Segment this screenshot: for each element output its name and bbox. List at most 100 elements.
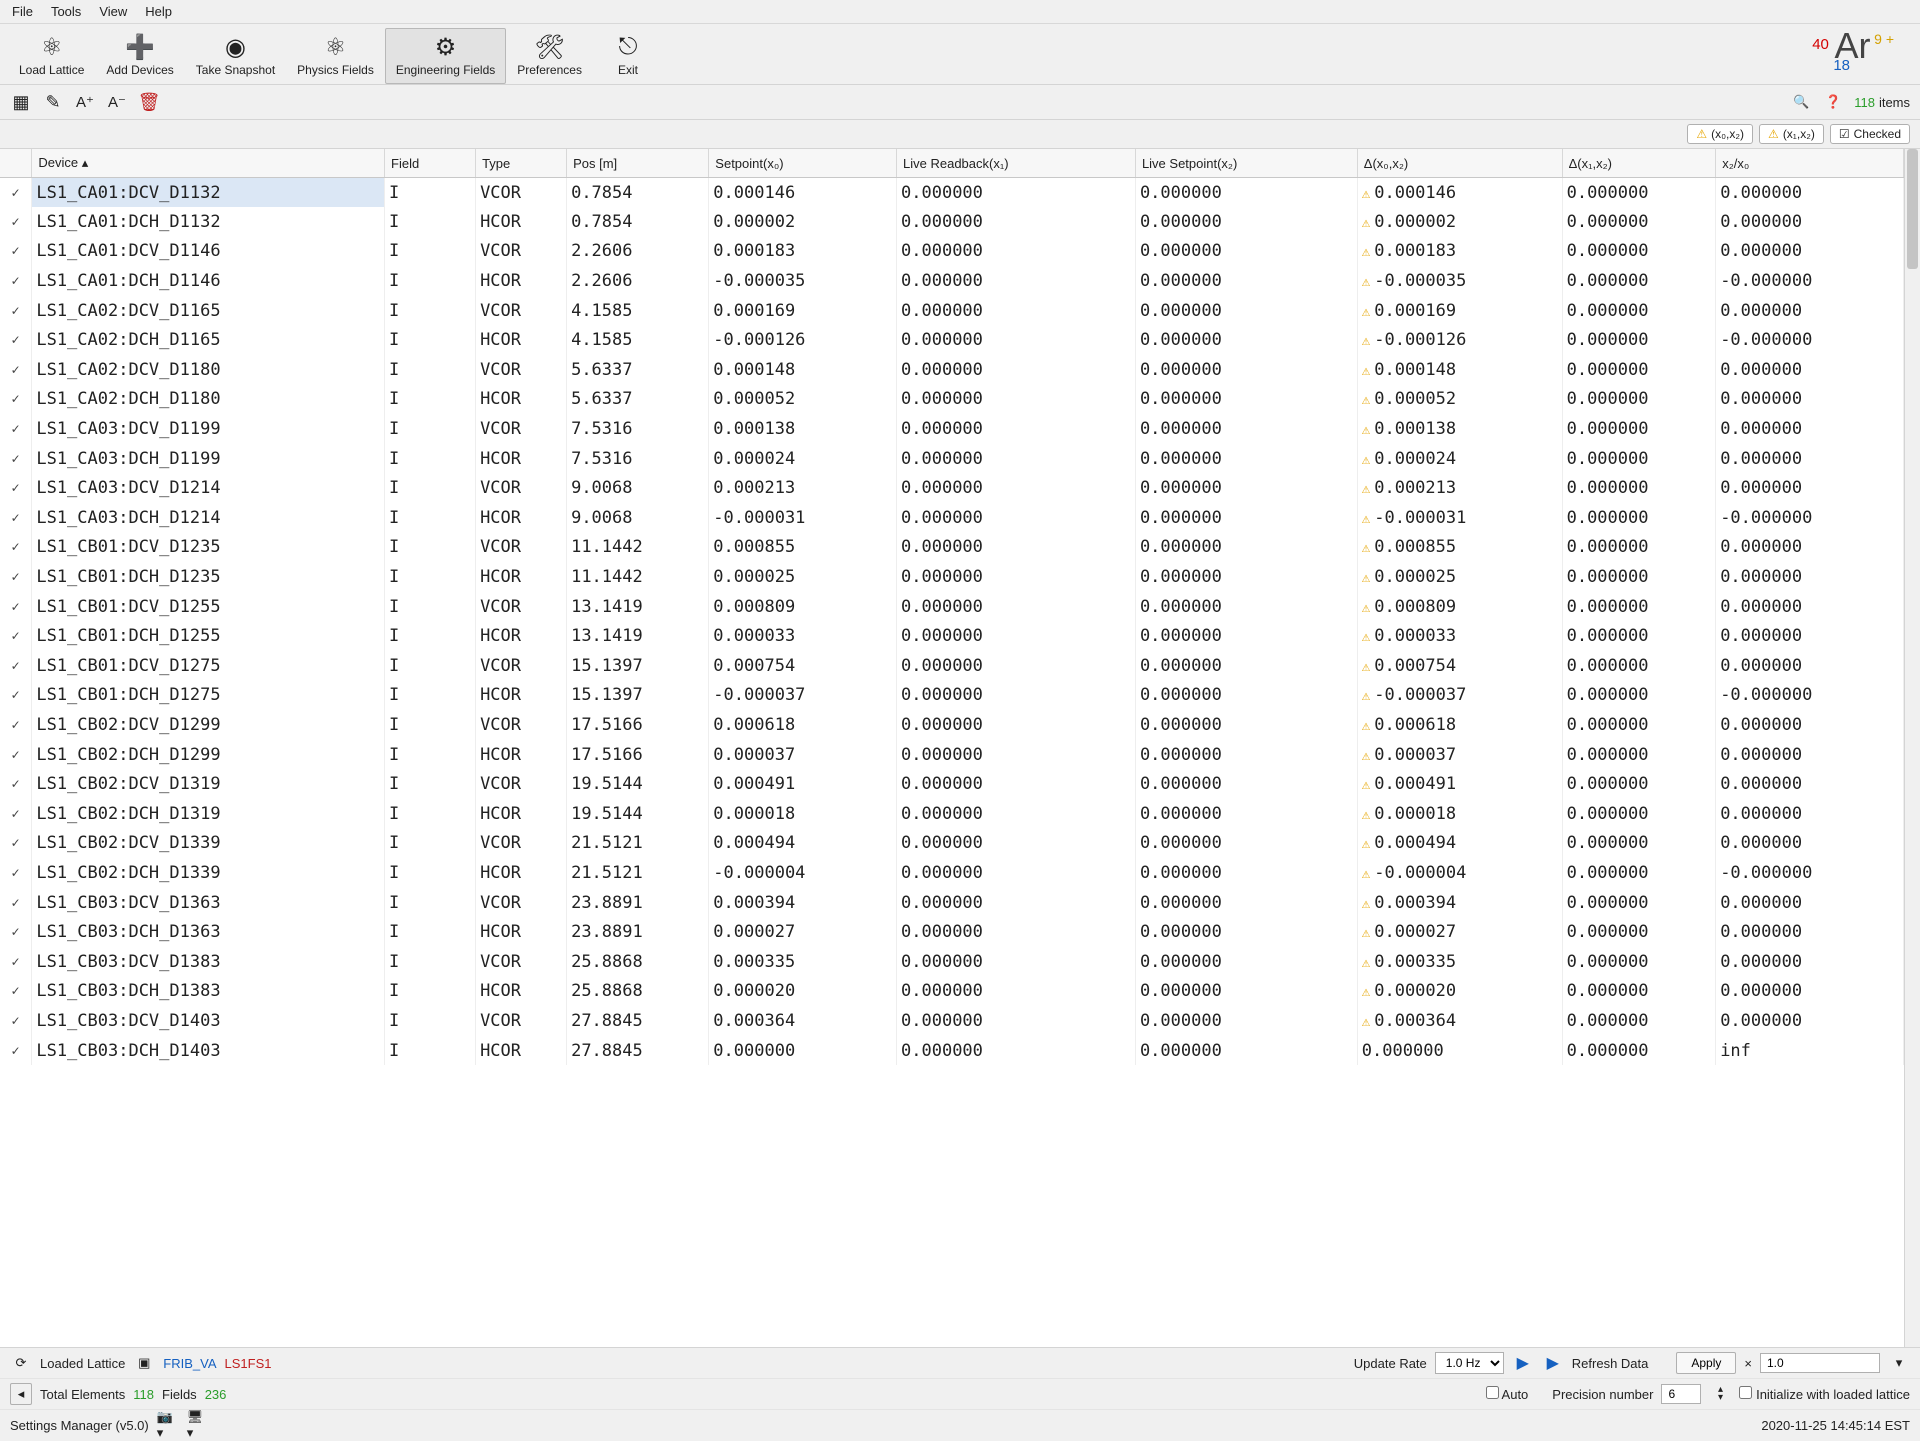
row-check[interactable]: [0, 1006, 32, 1036]
table-row[interactable]: LS1_CB01:DCV_D1235IVCOR11.14420.0008550.…: [0, 533, 1904, 563]
monitor-icon[interactable]: 🖥▾: [187, 1414, 209, 1436]
table-row[interactable]: LS1_CB02:DCV_D1319IVCOR19.51440.0004910.…: [0, 769, 1904, 799]
col-7[interactable]: Δ(x₀,x₂): [1357, 149, 1562, 178]
toolbar-add-devices[interactable]: ➕Add Devices: [95, 28, 184, 84]
row-check[interactable]: [0, 1036, 32, 1066]
font-decrease-icon[interactable]: A⁻: [106, 91, 128, 113]
refresh-play-icon[interactable]: ▶: [1542, 1352, 1564, 1374]
update-rate-select[interactable]: 1.0 Hz: [1435, 1352, 1504, 1374]
table-row[interactable]: LS1_CB01:DCV_D1275IVCOR15.13970.0007540.…: [0, 651, 1904, 681]
help-icon[interactable]: ❓: [1822, 91, 1844, 113]
row-check[interactable]: [0, 888, 32, 918]
row-check[interactable]: [0, 414, 32, 444]
toolbar-take-snapshot[interactable]: ◉Take Snapshot: [185, 28, 286, 84]
precision-stepper[interactable]: ▴▾: [1709, 1383, 1731, 1405]
vertical-scrollbar[interactable]: [1904, 149, 1920, 1347]
row-check[interactable]: [0, 799, 32, 829]
camera-icon[interactable]: 📷▾: [157, 1414, 179, 1436]
table-row[interactable]: LS1_CA03:DCH_D1214IHCOR9.0068-0.0000310.…: [0, 503, 1904, 533]
row-check[interactable]: [0, 503, 32, 533]
table-row[interactable]: LS1_CA02:DCH_D1165IHCOR4.1585-0.0001260.…: [0, 325, 1904, 355]
toolbar-exit[interactable]: ⎋Exit: [593, 28, 663, 84]
auto-checkbox[interactable]: Auto: [1486, 1386, 1529, 1402]
table-row[interactable]: LS1_CA01:DCH_D1132IHCOR0.78540.0000020.0…: [0, 207, 1904, 237]
row-check[interactable]: [0, 977, 32, 1007]
play-icon[interactable]: ▶: [1512, 1352, 1534, 1374]
row-check[interactable]: [0, 473, 32, 503]
table-row[interactable]: LS1_CB03:DCV_D1403IVCOR27.88450.0003640.…: [0, 1006, 1904, 1036]
row-check[interactable]: [0, 562, 32, 592]
row-check[interactable]: [0, 325, 32, 355]
col-4[interactable]: Setpoint(x₀): [709, 149, 897, 178]
row-check[interactable]: [0, 769, 32, 799]
col-9[interactable]: x₂/x₀: [1716, 149, 1904, 178]
row-check[interactable]: [0, 740, 32, 770]
table-row[interactable]: LS1_CA01:DCV_D1132IVCOR0.78540.0001460.0…: [0, 178, 1904, 208]
col-1[interactable]: Field: [385, 149, 476, 178]
search-icon[interactable]: 🔍: [1790, 91, 1812, 113]
table-row[interactable]: LS1_CB03:DCV_D1363IVCOR23.88910.0003940.…: [0, 888, 1904, 918]
col-3[interactable]: Pos [m]: [567, 149, 709, 178]
row-check[interactable]: [0, 917, 32, 947]
menu-file[interactable]: File: [12, 4, 33, 19]
col-check[interactable]: [0, 149, 32, 178]
row-check[interactable]: [0, 592, 32, 622]
apply-value-input[interactable]: [1760, 1353, 1880, 1373]
table-row[interactable]: LS1_CA02:DCH_D1180IHCOR5.63370.0000520.0…: [0, 385, 1904, 415]
reload-icon[interactable]: ⟳: [10, 1352, 32, 1374]
scrollbar-thumb[interactable]: [1907, 149, 1918, 269]
row-check[interactable]: [0, 681, 32, 711]
table-row[interactable]: LS1_CA03:DCH_D1199IHCOR7.53160.0000240.0…: [0, 444, 1904, 474]
edit-icon[interactable]: ✎: [42, 91, 64, 113]
chip-delta-x1x2[interactable]: ⚠(x₁,x₂): [1759, 124, 1824, 144]
table-row[interactable]: LS1_CA02:DCV_D1165IVCOR4.15850.0001690.0…: [0, 296, 1904, 326]
apply-menu-icon[interactable]: ▾: [1888, 1352, 1910, 1374]
table-row[interactable]: LS1_CB02:DCH_D1299IHCOR17.51660.0000370.…: [0, 740, 1904, 770]
table-row[interactable]: LS1_CB01:DCH_D1255IHCOR13.14190.0000330.…: [0, 621, 1904, 651]
col-2[interactable]: Type: [476, 149, 567, 178]
row-check[interactable]: [0, 651, 32, 681]
table-row[interactable]: LS1_CA02:DCV_D1180IVCOR5.63370.0001480.0…: [0, 355, 1904, 385]
row-check[interactable]: [0, 237, 32, 267]
table-row[interactable]: LS1_CB02:DCV_D1299IVCOR17.51660.0006180.…: [0, 710, 1904, 740]
col-8[interactable]: Δ(x₁,x₂): [1562, 149, 1716, 178]
row-check[interactable]: [0, 621, 32, 651]
chip-checked[interactable]: ☑Checked: [1830, 124, 1910, 144]
toolbar-load-lattice[interactable]: ⚛Load Lattice: [8, 28, 95, 84]
menu-help[interactable]: Help: [145, 4, 172, 19]
table-row[interactable]: LS1_CB03:DCV_D1383IVCOR25.88680.0003350.…: [0, 947, 1904, 977]
row-check[interactable]: [0, 829, 32, 859]
init-checkbox[interactable]: Initialize with loaded lattice: [1739, 1386, 1910, 1402]
col-6[interactable]: Live Setpoint(x₂): [1135, 149, 1357, 178]
select-mode-icon[interactable]: ▦: [10, 91, 32, 113]
toolbar-physics-fields[interactable]: ⚛Physics Fields: [286, 28, 385, 84]
row-check[interactable]: [0, 710, 32, 740]
row-check[interactable]: [0, 266, 32, 296]
toolbar-preferences[interactable]: 🛠Preferences: [506, 28, 593, 84]
table-row[interactable]: LS1_CB01:DCV_D1255IVCOR13.14190.0008090.…: [0, 592, 1904, 622]
precision-input[interactable]: [1661, 1384, 1701, 1404]
chip-delta-x0x2[interactable]: ⚠(x₀,x₂): [1687, 124, 1753, 144]
col-5[interactable]: Live Readback(x₁): [897, 149, 1136, 178]
menu-view[interactable]: View: [99, 4, 127, 19]
row-check[interactable]: [0, 858, 32, 888]
table-row[interactable]: LS1_CB02:DCH_D1339IHCOR21.5121-0.0000040…: [0, 858, 1904, 888]
table-row[interactable]: LS1_CA01:DCH_D1146IHCOR2.2606-0.0000350.…: [0, 266, 1904, 296]
table-row[interactable]: LS1_CB01:DCH_D1235IHCOR11.14420.0000250.…: [0, 562, 1904, 592]
table-row[interactable]: LS1_CB03:DCH_D1363IHCOR23.88910.0000270.…: [0, 917, 1904, 947]
row-check[interactable]: [0, 178, 32, 208]
back-icon[interactable]: ◂: [10, 1383, 32, 1405]
table-row[interactable]: LS1_CB02:DCV_D1339IVCOR21.51210.0004940.…: [0, 829, 1904, 859]
col-0[interactable]: Device ▴: [32, 149, 385, 178]
row-check[interactable]: [0, 533, 32, 563]
apply-button[interactable]: Apply: [1676, 1352, 1736, 1374]
table-row[interactable]: LS1_CB02:DCH_D1319IHCOR19.51440.0000180.…: [0, 799, 1904, 829]
delete-icon[interactable]: 🗑: [138, 91, 160, 113]
table-row[interactable]: LS1_CB01:DCH_D1275IHCOR15.1397-0.0000370…: [0, 681, 1904, 711]
row-check[interactable]: [0, 444, 32, 474]
refresh-data-button[interactable]: Refresh Data: [1572, 1356, 1649, 1371]
table-row[interactable]: LS1_CA03:DCV_D1199IVCOR7.53160.0001380.0…: [0, 414, 1904, 444]
toolbar-engineering-fields[interactable]: ⚙Engineering Fields: [385, 28, 506, 84]
row-check[interactable]: [0, 355, 32, 385]
table-row[interactable]: LS1_CB03:DCH_D1383IHCOR25.88680.0000200.…: [0, 977, 1904, 1007]
